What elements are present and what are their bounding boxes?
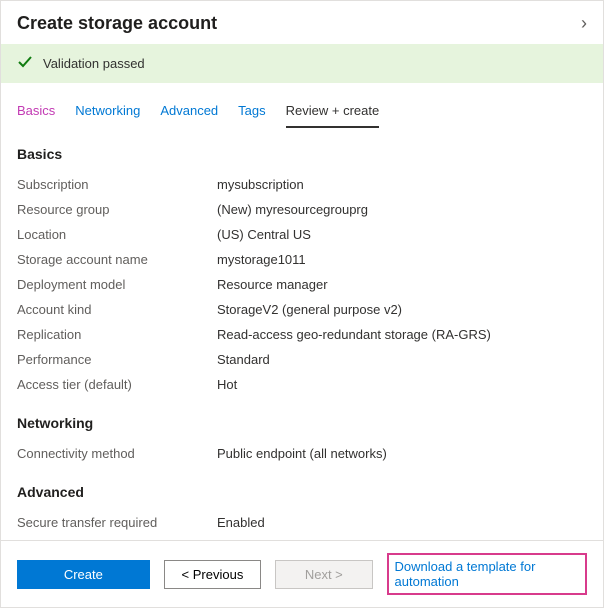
summary-value: Standard [217, 352, 587, 367]
summary-label: Replication [17, 327, 217, 342]
summary-value: Enabled [217, 515, 587, 530]
summary-label: Account kind [17, 302, 217, 317]
summary-value: (New) myresourcegrouprg [217, 202, 587, 217]
tab-advanced[interactable]: Advanced [160, 97, 218, 128]
download-template-link[interactable]: Download a template for automation [387, 553, 587, 595]
validation-message: Validation passed [43, 56, 145, 71]
summary-row: ReplicationRead-access geo-redundant sto… [17, 322, 587, 347]
tab-review-create[interactable]: Review + create [286, 97, 380, 128]
summary-row: PerformanceStandard [17, 347, 587, 372]
validation-banner: Validation passed [1, 44, 603, 83]
summary-label: Storage account name [17, 252, 217, 267]
checkmark-icon [17, 54, 33, 73]
summary-label: Secure transfer required [17, 515, 217, 530]
blade-title: Create storage account [17, 13, 217, 34]
summary-value: Read-access geo-redundant storage (RA-GR… [217, 327, 587, 342]
create-storage-blade: Create storage account › Validation pass… [0, 0, 604, 608]
summary-row: Connectivity methodPublic endpoint (all … [17, 441, 587, 466]
tab-tags[interactable]: Tags [238, 97, 265, 128]
summary-row: Account kindStorageV2 (general purpose v… [17, 297, 587, 322]
section-title-networking: Networking [17, 415, 587, 431]
summary-row: Location(US) Central US [17, 222, 587, 247]
tabs-bar: Basics Networking Advanced Tags Review + cre… [1, 97, 603, 128]
footer-bar: Create < Previous Next > Download a temp… [1, 540, 603, 607]
summary-value: StorageV2 (general purpose v2) [217, 302, 587, 317]
summary-label: Location [17, 227, 217, 242]
create-button[interactable]: Create [17, 560, 150, 589]
section-basics-rows: SubscriptionmysubscriptionResource group… [17, 172, 587, 397]
summary-value: Hot [217, 377, 587, 392]
close-icon[interactable]: › [581, 13, 587, 34]
section-title-advanced: Advanced [17, 484, 587, 500]
summary-value: Resource manager [217, 277, 587, 292]
next-button: Next > [275, 560, 372, 589]
tab-networking[interactable]: Networking [75, 97, 140, 128]
review-content: Basics SubscriptionmysubscriptionResourc… [1, 128, 603, 540]
section-advanced-rows: Secure transfer requiredEnabledHierarchi… [17, 510, 587, 540]
summary-row: Secure transfer requiredEnabled [17, 510, 587, 535]
summary-label: Deployment model [17, 277, 217, 292]
blade-header: Create storage account › [1, 1, 603, 44]
summary-row: Subscriptionmysubscription [17, 172, 587, 197]
summary-row: Resource group(New) myresourcegrouprg [17, 197, 587, 222]
summary-label: Connectivity method [17, 446, 217, 461]
summary-label: Access tier (default) [17, 377, 217, 392]
summary-row: Deployment modelResource manager [17, 272, 587, 297]
summary-label: Subscription [17, 177, 217, 192]
summary-label: Performance [17, 352, 217, 367]
summary-value: Public endpoint (all networks) [217, 446, 587, 461]
summary-value: mysubscription [217, 177, 587, 192]
summary-value: mystorage1011 [217, 252, 587, 267]
summary-row: Access tier (default)Hot [17, 372, 587, 397]
section-networking-rows: Connectivity methodPublic endpoint (all … [17, 441, 587, 466]
summary-label: Resource group [17, 202, 217, 217]
summary-value: (US) Central US [217, 227, 587, 242]
section-title-basics: Basics [17, 146, 587, 162]
tab-basics[interactable]: Basics [17, 97, 55, 128]
summary-row: Storage account namemystorage1011 [17, 247, 587, 272]
previous-button[interactable]: < Previous [164, 560, 261, 589]
